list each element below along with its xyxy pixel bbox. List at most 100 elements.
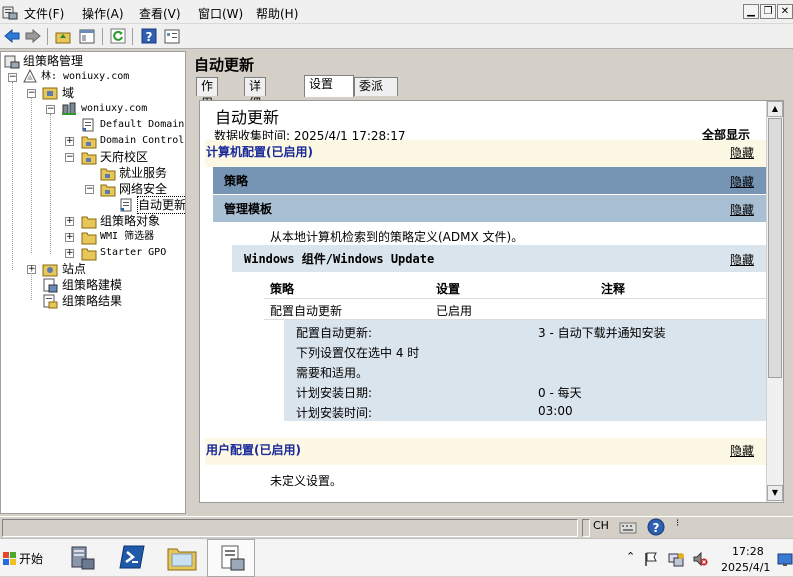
- details-pane: 自动更新 作用域 详细信息 设置 委派 自动更新 数据收集时间: 2025/4/…: [192, 51, 793, 514]
- tree-item-ou-tianfu[interactable]: 天府校区: [100, 149, 148, 165]
- detail-note-line1: 下列设置仅在选中 4 时: [296, 346, 420, 360]
- hide-policies-link[interactable]: 隐藏: [730, 173, 754, 190]
- clock-date[interactable]: 2025/4/1: [721, 561, 770, 574]
- expand-icon[interactable]: +: [65, 249, 74, 258]
- report-heading: 自动更新: [215, 108, 280, 127]
- detail-install-day-value: 0 - 每天: [538, 386, 582, 400]
- action-center-flag-icon[interactable]: [643, 551, 659, 567]
- back-icon[interactable]: [3, 27, 21, 45]
- language-help-icon[interactable]: ?: [647, 518, 665, 536]
- help-icon[interactable]: ?: [140, 27, 158, 45]
- gpo-folder-icon: [81, 216, 97, 229]
- volume-muted-icon[interactable]: [692, 551, 708, 567]
- clock-time[interactable]: 17:28: [732, 545, 764, 558]
- computer-config-header: 计算机配置(已启用) 隐藏: [205, 140, 767, 167]
- language-indicator[interactable]: CH: [593, 519, 609, 532]
- tree-item-domain[interactable]: woniuxy.com: [81, 101, 147, 117]
- tab-delegation[interactable]: 委派: [354, 77, 398, 96]
- tree-item-root[interactable]: 组策略管理: [23, 53, 83, 69]
- properties-icon[interactable]: [163, 27, 181, 45]
- pane-splitter[interactable]: [187, 51, 191, 514]
- forward-icon[interactable]: [24, 27, 42, 45]
- tree-item-modeling[interactable]: 组策略建模: [62, 277, 122, 293]
- tree-item-results[interactable]: 组策略结果: [62, 293, 122, 309]
- minimize-button[interactable]: ▁: [743, 4, 759, 19]
- collapse-icon[interactable]: −: [27, 89, 36, 98]
- collapse-icon[interactable]: −: [85, 185, 94, 194]
- restore-button[interactable]: ❐: [760, 4, 776, 19]
- language-options-icon[interactable]: ⁝: [676, 518, 679, 529]
- menu-window[interactable]: 窗口(W): [198, 5, 243, 22]
- refresh-icon[interactable]: [109, 27, 127, 45]
- start-button[interactable]: 开始: [2, 546, 43, 570]
- keyboard-icon[interactable]: [619, 519, 637, 535]
- hide-computer-config-link[interactable]: 隐藏: [730, 144, 754, 161]
- detail-install-day-label: 计划安装日期:: [296, 386, 373, 400]
- domains-icon: [42, 87, 58, 100]
- expand-icon[interactable]: +: [65, 233, 74, 242]
- svg-text:?: ?: [146, 30, 153, 44]
- up-folder-icon[interactable]: [54, 27, 72, 45]
- menu-file[interactable]: 文件(F): [24, 5, 64, 22]
- menu-action[interactable]: 操作(A): [82, 5, 124, 22]
- menu-bar: 文件(F) 操作(A) 查看(V) 窗口(W) 帮助(H) ▁ ❐ ✕: [0, 0, 793, 24]
- windows-update-label: Windows 组件/Windows Update: [244, 252, 435, 266]
- tree-item-domains[interactable]: 域: [62, 85, 74, 101]
- tree-item-ou-jobs[interactable]: 就业服务: [119, 165, 167, 181]
- admin-templates-header: 管理模板 隐藏: [213, 195, 767, 222]
- hide-admin-templates-link[interactable]: 隐藏: [730, 201, 754, 218]
- tree-item-ou-netsec[interactable]: 网络安全: [119, 181, 167, 197]
- windows-logo-icon: [3, 552, 16, 565]
- modeling-icon: [43, 278, 58, 293]
- tree-item-wmi-filters[interactable]: WMI 筛选器: [100, 229, 154, 245]
- col-comment-header: 注释: [601, 282, 626, 296]
- ou-folder-icon: [81, 136, 97, 149]
- tree-item-starter-gpo[interactable]: Starter GPO: [100, 245, 166, 261]
- starter-gpo-folder-icon: [81, 248, 97, 261]
- taskbar-explorer[interactable]: [158, 539, 206, 577]
- folder-icon: [167, 548, 197, 571]
- network-icon[interactable]: [668, 551, 684, 567]
- tree-item-forest[interactable]: 林: woniuxy.com: [41, 69, 129, 85]
- tab-scope[interactable]: 作用域: [196, 77, 219, 127]
- tree-item-default-domain[interactable]: Default Domain: [100, 117, 184, 133]
- tree-item-auto-update[interactable]: 自动更新: [136, 196, 185, 214]
- windows-update-header: Windows 组件/Windows Update 隐藏: [232, 245, 767, 272]
- tree-item-gpo-objects[interactable]: 组策略对象: [100, 213, 160, 229]
- gpmc-app-icon[interactable]: [2, 4, 18, 20]
- settings-report: 自动更新 数据收集时间: 2025/4/1 17:28:17 全部显示 计算机配…: [199, 100, 784, 503]
- menu-help[interactable]: 帮助(H): [256, 5, 298, 22]
- tree-item-domain-controllers[interactable]: Domain Control: [100, 133, 184, 149]
- computer-config-label: 计算机配置(已启用): [206, 145, 313, 159]
- expand-icon[interactable]: +: [65, 137, 74, 146]
- collapse-icon[interactable]: −: [46, 105, 55, 114]
- hide-user-config-link[interactable]: 隐藏: [730, 442, 754, 459]
- taskbar-gpmc-active[interactable]: [207, 539, 255, 577]
- group-policy-icon: [221, 545, 245, 571]
- server-manager-icon: [71, 546, 95, 570]
- scroll-down-icon[interactable]: ▼: [767, 485, 783, 501]
- tab-settings[interactable]: 设置: [304, 75, 354, 97]
- scroll-up-icon[interactable]: ▲: [767, 101, 783, 117]
- language-bar: CH ? ⁝: [586, 516, 690, 538]
- hide-windows-update-link[interactable]: 隐藏: [730, 251, 754, 268]
- svg-text:?: ?: [653, 521, 660, 535]
- taskbar-server-manager[interactable]: [58, 539, 106, 577]
- scroll-thumb[interactable]: [768, 118, 782, 378]
- close-button[interactable]: ✕: [777, 4, 793, 19]
- show-hide-tree-icon[interactable]: [78, 27, 96, 45]
- taskbar-powershell[interactable]: [108, 539, 156, 577]
- menu-view[interactable]: 查看(V): [139, 5, 181, 22]
- detail-install-time-value: 03:00: [538, 404, 573, 418]
- collapse-icon[interactable]: −: [65, 153, 74, 162]
- collapse-icon[interactable]: −: [8, 73, 17, 82]
- ou-folder-icon: [100, 184, 116, 197]
- expand-icon[interactable]: +: [65, 217, 74, 226]
- show-desktop-icon[interactable]: [777, 551, 793, 567]
- report-vertical-scrollbar[interactable]: ▲ ▼: [766, 101, 783, 502]
- domain-icon: [62, 102, 76, 115]
- gpo-link-icon: [82, 118, 94, 132]
- tab-details[interactable]: 详细信息: [244, 77, 267, 144]
- show-hidden-icons[interactable]: ⌃: [626, 550, 635, 563]
- tree-item-sites[interactable]: 站点: [62, 261, 86, 277]
